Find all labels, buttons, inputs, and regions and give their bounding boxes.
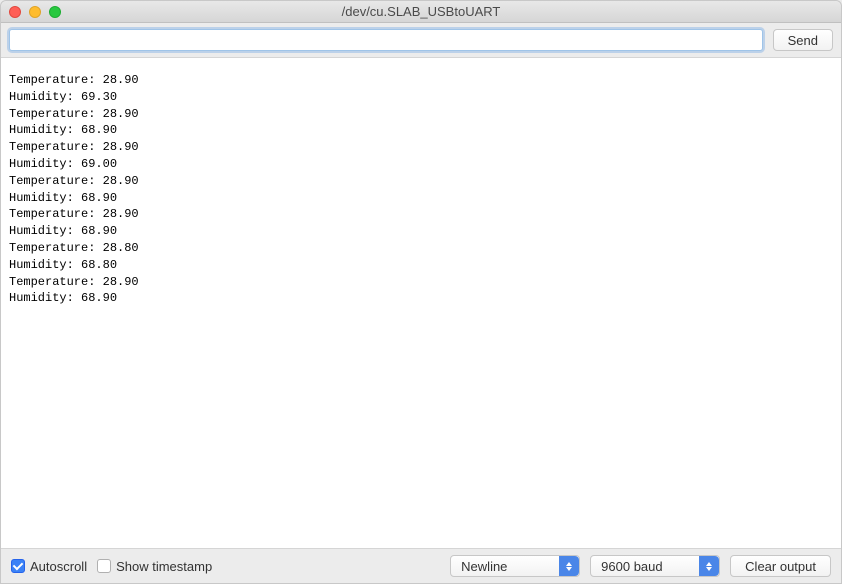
maximize-icon[interactable] <box>49 6 61 18</box>
line-ending-value: Newline <box>461 559 507 574</box>
serial-monitor-window: /dev/cu.SLAB_USBtoUART Send Temperature:… <box>0 0 842 584</box>
autoscroll-option[interactable]: Autoscroll <box>11 559 87 574</box>
serial-input[interactable] <box>9 29 763 51</box>
traffic-lights <box>1 6 61 18</box>
baud-rate-select[interactable]: 9600 baud <box>590 555 720 577</box>
timestamp-option[interactable]: Show timestamp <box>97 559 212 574</box>
window-title: /dev/cu.SLAB_USBtoUART <box>1 4 841 19</box>
minimize-icon[interactable] <box>29 6 41 18</box>
close-icon[interactable] <box>9 6 21 18</box>
autoscroll-label: Autoscroll <box>30 559 87 574</box>
bottom-bar: Autoscroll Show timestamp Newline 9600 b… <box>1 549 841 583</box>
autoscroll-checkbox[interactable] <box>11 559 25 573</box>
line-ending-select[interactable]: Newline <box>450 555 580 577</box>
baud-rate-value: 9600 baud <box>601 559 662 574</box>
timestamp-checkbox[interactable] <box>97 559 111 573</box>
chevron-updown-icon <box>559 556 579 576</box>
chevron-updown-icon <box>699 556 719 576</box>
serial-output[interactable]: Temperature: 28.90 Humidity: 69.30 Tempe… <box>1 57 841 549</box>
titlebar: /dev/cu.SLAB_USBtoUART <box>1 1 841 23</box>
clear-output-button[interactable]: Clear output <box>730 555 831 577</box>
send-button[interactable]: Send <box>773 29 833 51</box>
timestamp-label: Show timestamp <box>116 559 212 574</box>
input-bar: Send <box>1 23 841 57</box>
